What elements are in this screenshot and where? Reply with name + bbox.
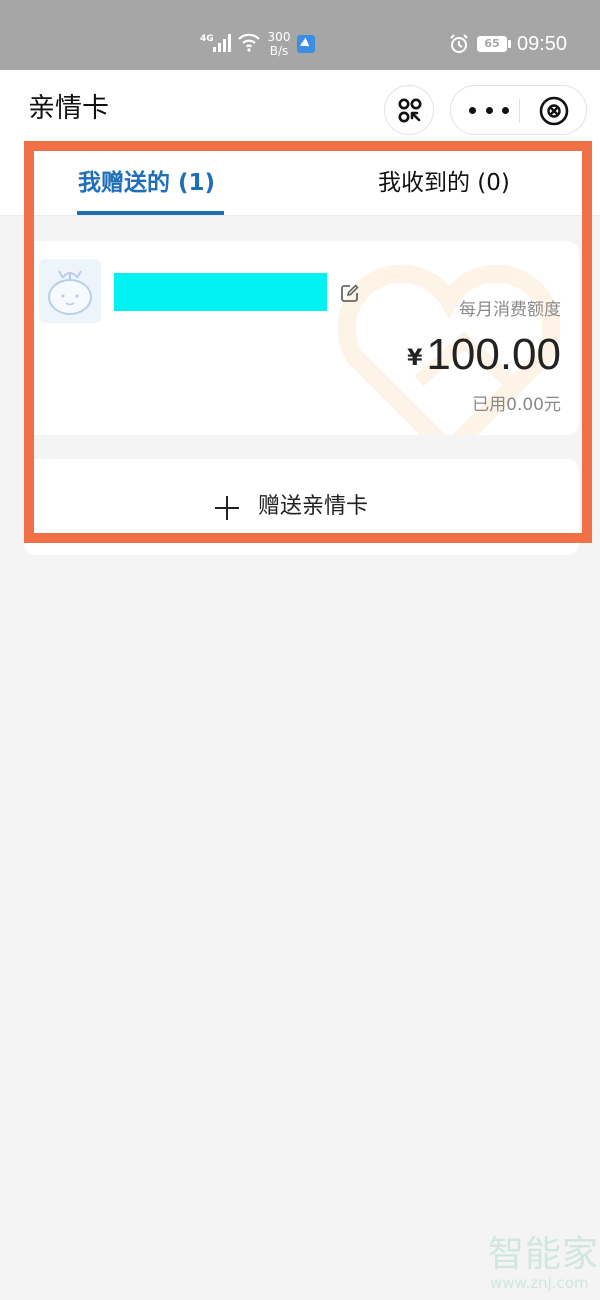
amount-value: 100.00 xyxy=(426,330,561,379)
more-dots-icon xyxy=(502,106,509,114)
app-notification-icon xyxy=(297,35,315,53)
nav-bar: 亲情卡 xyxy=(0,70,600,150)
battery-tip xyxy=(508,40,511,48)
currency-symbol: ¥ xyxy=(407,346,423,371)
tab-received[interactable]: 我收到的 (0) xyxy=(378,168,510,198)
capsule-divider xyxy=(519,99,520,123)
more-dots-icon xyxy=(485,106,493,114)
battery-icon: 65 xyxy=(477,36,507,52)
network-type: 4G xyxy=(200,34,214,44)
close-circle-icon[interactable] xyxy=(538,95,570,127)
speed-unit: B/s xyxy=(269,44,289,58)
scan-code-icon xyxy=(398,98,422,123)
watermark-logo: 智能家 xyxy=(488,1234,600,1275)
scan-button[interactable] xyxy=(384,85,434,135)
page-title: 亲情卡 xyxy=(28,93,109,124)
capsule-menu xyxy=(450,85,587,135)
clock: 09:50 xyxy=(517,33,568,55)
watermark-url: www.znj.com xyxy=(490,1274,589,1292)
more-dots-icon xyxy=(469,106,476,114)
plus-icon xyxy=(215,496,239,520)
gift-card-button[interactable]: 赠送亲情卡 xyxy=(24,459,579,555)
more-button[interactable] xyxy=(469,98,509,122)
edit-icon[interactable] xyxy=(340,283,360,303)
alarm-icon xyxy=(450,34,468,53)
monthly-limit-amount: ¥100.00 xyxy=(407,329,561,381)
tab-bar: 我赠送的 (1) 我收到的 (0) xyxy=(0,150,600,216)
network-speed: 300 B/s xyxy=(266,30,292,58)
wifi-icon xyxy=(238,33,260,52)
active-tab-indicator xyxy=(77,211,224,215)
redacted-recipient-name xyxy=(114,273,327,311)
monthly-limit-label: 每月消费额度 xyxy=(459,300,561,320)
gift-card-label: 赠送亲情卡 xyxy=(258,494,369,519)
signal-icon xyxy=(213,34,231,52)
speed-value: 300 xyxy=(267,30,291,44)
used-amount: 已用0.00元 xyxy=(472,395,561,415)
tab-sent[interactable]: 我赠送的 (1) xyxy=(78,168,215,198)
status-bar: 4G 300 B/s 65 09:50 xyxy=(0,0,600,70)
family-card[interactable]: 每月消费额度 ¥100.00 已用0.00元 xyxy=(24,241,579,435)
avatar xyxy=(39,259,101,323)
